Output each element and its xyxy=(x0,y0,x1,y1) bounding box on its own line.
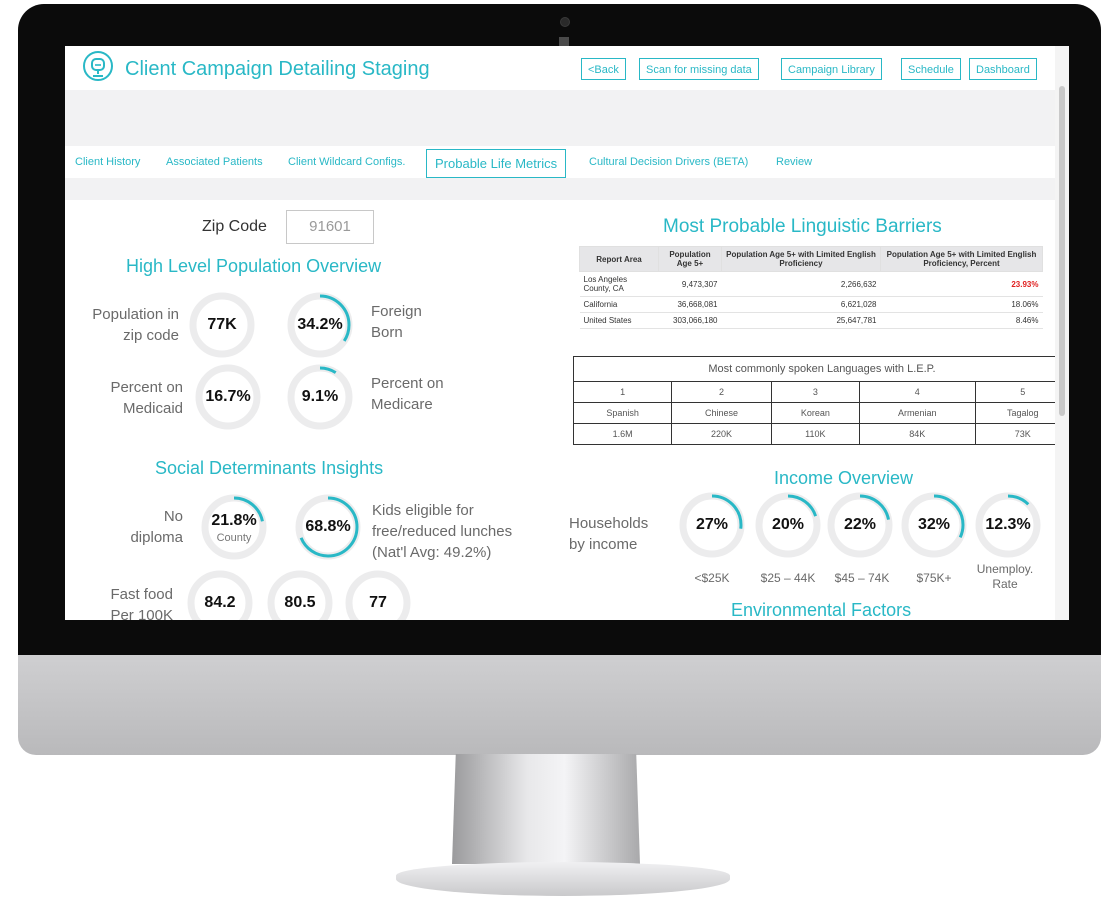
fastfood-ring-2: 80.5 xyxy=(267,570,333,620)
population-value: 77K xyxy=(207,316,237,333)
monitor-chin xyxy=(18,655,1101,755)
income-ring-5: 12.3% xyxy=(975,492,1041,558)
app-header: Client Campaign Detailing Staging <Back … xyxy=(65,46,1055,90)
tab-probable-life-metrics[interactable]: Probable Life Metrics xyxy=(426,149,567,178)
environment-title: Environmental Factors xyxy=(731,600,912,620)
scan-missing-data-button[interactable]: Scan for missing data xyxy=(639,58,759,80)
income-ring-3: 22% xyxy=(827,492,893,558)
monitor-foot xyxy=(396,862,730,896)
income-value-4: 32% xyxy=(917,516,951,533)
income-value-2: 20% xyxy=(771,516,805,533)
lep-header: Population Age 5+ with Limited English P… xyxy=(880,246,1043,272)
headset-icon xyxy=(81,50,115,84)
fastfood-value-3: 77 xyxy=(369,594,387,611)
tab-review[interactable]: Review xyxy=(776,156,812,168)
zip-label: Zip Code xyxy=(202,218,267,235)
foreign-born-value: 34.2% xyxy=(297,316,343,333)
income-ring-4: 32% xyxy=(901,492,967,558)
households-label: Households by income xyxy=(569,515,649,553)
income-label-3: $45 – 74K xyxy=(834,571,890,585)
monitor-stand xyxy=(452,754,640,864)
income-ring-1: 27% xyxy=(679,492,745,558)
app-title: Client Campaign Detailing Staging xyxy=(125,58,430,80)
medicaid-value: 16.7% xyxy=(205,388,251,405)
table-row: California 36,668,081 6,621,028 18.06% xyxy=(579,296,1043,313)
zip-code-input[interactable]: 91601 xyxy=(286,210,374,244)
diploma-label: No diploma xyxy=(130,508,183,546)
medicare-ring: 9.1% xyxy=(287,364,353,430)
tab-band xyxy=(65,178,1055,200)
population-label: Population in zip code xyxy=(92,306,179,344)
languages-title: Most commonly spoken Languages with L.E.… xyxy=(573,356,1069,382)
lep-table: Report Area Population Age 5+ Population… xyxy=(579,246,1043,329)
fastfood-value-2: 80.5 xyxy=(284,594,316,611)
income-label-2: $25 – 44K xyxy=(760,571,816,585)
linguistic-title: Most Probable Linguistic Barriers xyxy=(663,216,942,237)
population-ring: 77K xyxy=(189,292,255,358)
income-value-3: 22% xyxy=(843,516,877,533)
income-label-5: Unemploy. Rate xyxy=(976,562,1034,591)
income-label-4: $75K+ xyxy=(916,571,952,585)
table-row: 12345 xyxy=(572,381,1069,403)
lunch-label: Kids eligible for free/reduced lunches (Na… xyxy=(372,502,513,561)
tab-bar: Client History Associated Patients Clien… xyxy=(65,146,1055,178)
medicaid-label: Percent on Medicaid xyxy=(110,379,183,417)
social-title: Social Determinants Insights xyxy=(155,458,384,478)
fastfood-ring-3: 77 xyxy=(345,570,411,620)
lep-header: Population Age 5+ with Limited English P… xyxy=(721,246,881,272)
income-ring-2: 20% xyxy=(755,492,821,558)
scrollbar-thumb[interactable] xyxy=(1059,86,1065,416)
income-title: Income Overview xyxy=(774,468,914,488)
header-band xyxy=(65,90,1055,146)
medicare-label: Percent on Medicare xyxy=(371,375,444,413)
fastfood-label: Fast food Per 100K xyxy=(110,586,173,620)
dashboard-button[interactable]: Dashboard xyxy=(969,58,1037,80)
foreign-born-label: Foreign Born xyxy=(371,303,422,341)
tab-cultural-decision-drivers[interactable]: Cultural Decision Drivers (BETA) xyxy=(589,156,748,168)
fastfood-value-1: 84.2 xyxy=(204,594,236,611)
schedule-button[interactable]: Schedule xyxy=(901,58,961,80)
population-title: High Level Population Overview xyxy=(126,256,382,276)
table-row: Los Angeles County, CA 9,473,307 2,266,632… xyxy=(579,271,1043,297)
foreign-born-ring: 34.2% xyxy=(287,292,353,358)
lep-header: Report Area xyxy=(579,246,659,272)
medicare-value: 9.1% xyxy=(301,388,339,405)
camera-icon xyxy=(560,17,570,27)
medicaid-ring: 16.7% xyxy=(195,364,261,430)
lunch-ring: 68.8% xyxy=(295,494,361,560)
screen: Client Campaign Detailing Staging <Back … xyxy=(65,46,1069,620)
lunch-value: 68.8% xyxy=(305,518,351,535)
back-button[interactable]: <Back xyxy=(581,58,626,80)
lep-header: Population Age 5+ xyxy=(658,246,722,272)
table-row: 1.6M 220K 110K 84K 73K xyxy=(572,423,1069,445)
languages-table: Most commonly spoken Languages with L.E.… xyxy=(572,356,1069,445)
table-row: Spanish Chinese Korean Armenian Tagalog xyxy=(572,402,1069,424)
tab-wildcard-configs[interactable]: Client Wildcard Configs. xyxy=(288,156,405,168)
income-value-5: 12.3% xyxy=(985,516,1031,533)
tab-associated-patients[interactable]: Associated Patients xyxy=(166,156,263,168)
table-row: United States 303,066,180 25,647,781 8.46% xyxy=(579,312,1043,329)
income-value-1: 27% xyxy=(695,516,729,533)
diploma-ring: 21.8% County xyxy=(201,494,267,560)
diploma-sub: County xyxy=(216,532,252,544)
fastfood-ring-1: 84.2 xyxy=(187,570,253,620)
income-label-1: <$25K xyxy=(694,571,730,585)
tab-client-history[interactable]: Client History xyxy=(75,156,140,168)
campaign-library-button[interactable]: Campaign Library xyxy=(781,58,882,80)
